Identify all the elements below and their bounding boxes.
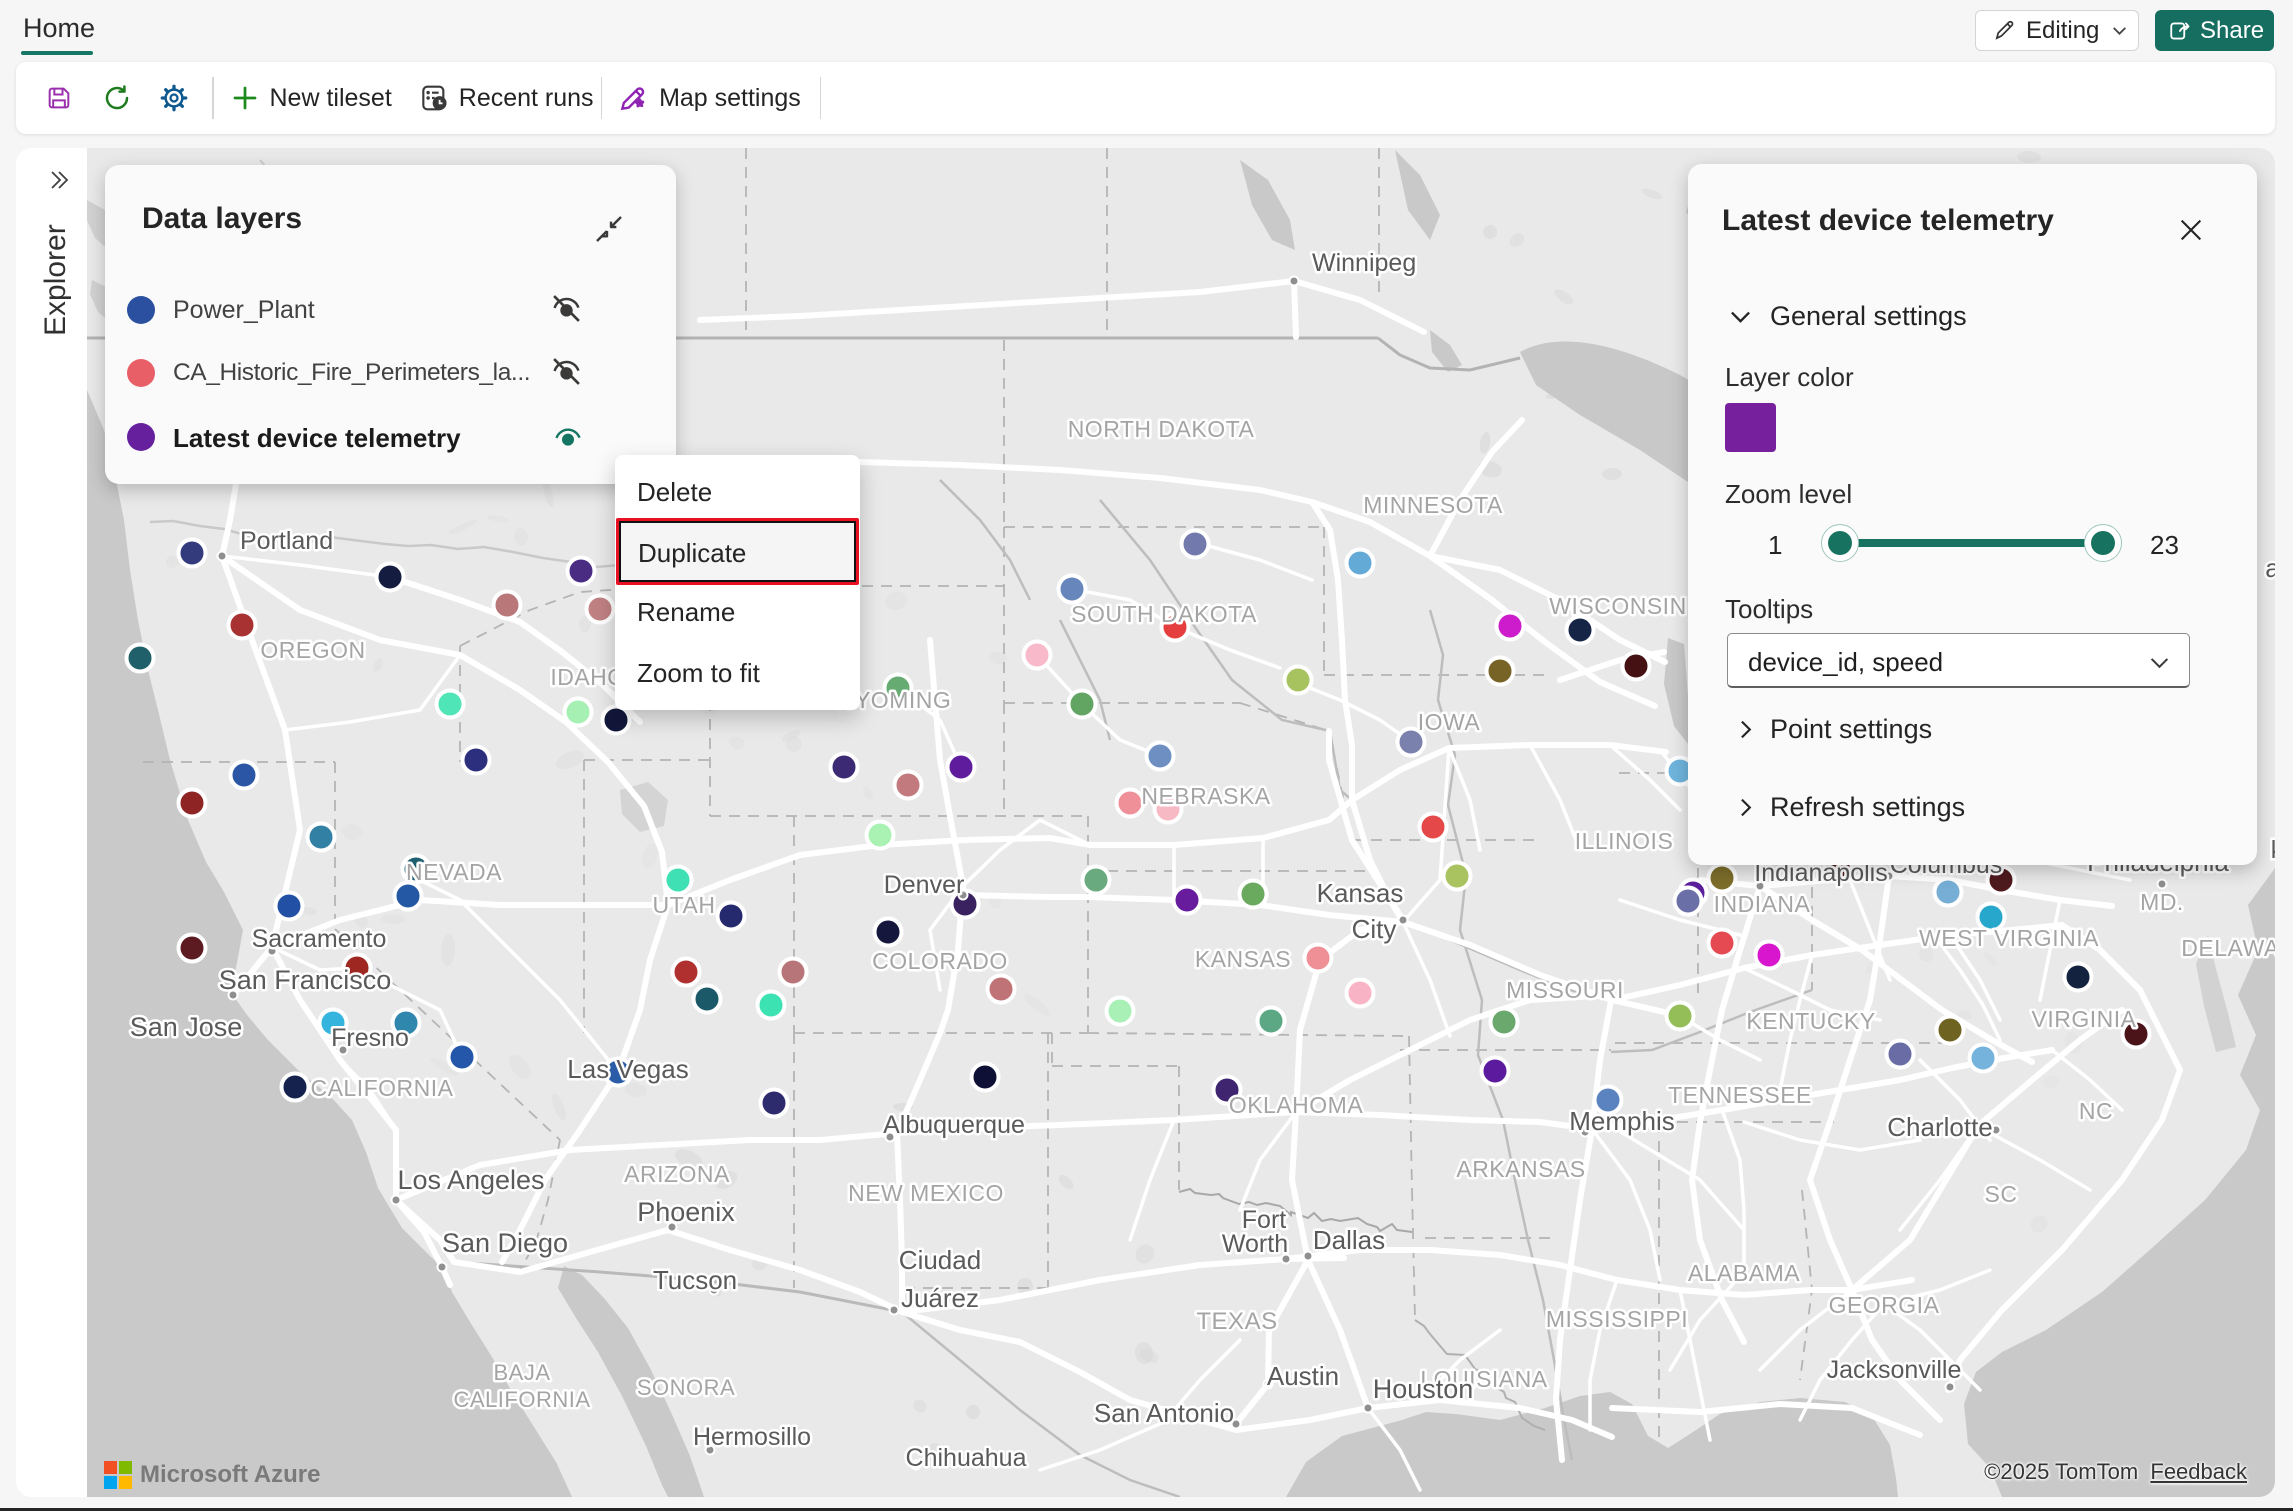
svg-text:UTAH: UTAH: [653, 892, 716, 918]
svg-text:ARKANSAS: ARKANSAS: [1456, 1156, 1585, 1182]
svg-text:SOUTH DAKOTA: SOUTH DAKOTA: [1071, 601, 1257, 627]
svg-text:Chihuahua: Chihuahua: [906, 1444, 1027, 1472]
svg-text:VIRGINIA: VIRGINIA: [2032, 1006, 2137, 1032]
svg-text:Los Angeles: Los Angeles: [397, 1165, 544, 1195]
svg-text:Denver: Denver: [884, 871, 965, 899]
svg-text:NEW MEXICO: NEW MEXICO: [848, 1180, 1004, 1206]
svg-text:BAJA: BAJA: [493, 1360, 550, 1385]
svg-text:Kansas: Kansas: [1317, 878, 1404, 908]
svg-text:MISSOURI: MISSOURI: [1506, 977, 1624, 1003]
svg-text:Worth: Worth: [1222, 1230, 1288, 1258]
svg-text:Charlotte: Charlotte: [1887, 1112, 1993, 1142]
svg-text:City: City: [1352, 914, 1397, 944]
svg-text:Portland: Portland: [240, 527, 333, 555]
svg-text:DELAWARE: DELAWARE: [2181, 935, 2275, 961]
svg-text:Ciudad: Ciudad: [899, 1245, 981, 1275]
svg-text:Austin: Austin: [1267, 1361, 1339, 1391]
svg-text:CALIFORNIA: CALIFORNIA: [453, 1387, 590, 1412]
svg-text:NC: NC: [2079, 1098, 2113, 1124]
svg-text:Las Vegas: Las Vegas: [567, 1054, 688, 1084]
svg-text:INDIANA: INDIANA: [1714, 891, 1811, 917]
svg-text:NEBRASKA: NEBRASKA: [1141, 783, 1270, 809]
svg-text:av: av: [2265, 553, 2275, 583]
svg-text:KENTUCKY: KENTUCKY: [1746, 1008, 1875, 1034]
svg-text:WISCONSIN: WISCONSIN: [1549, 593, 1686, 619]
svg-text:Dallas: Dallas: [1313, 1225, 1385, 1255]
svg-text:San Francisco: San Francisco: [219, 965, 392, 995]
svg-text:Sacramento: Sacramento: [252, 925, 387, 953]
svg-text:ILLINOIS: ILLINOIS: [1575, 828, 1674, 854]
svg-text:TEXAS: TEXAS: [1196, 1308, 1277, 1335]
svg-text:San Diego: San Diego: [442, 1228, 568, 1258]
svg-text:Tucson: Tucson: [653, 1265, 737, 1295]
svg-text:CALIFORNIA: CALIFORNIA: [310, 1075, 453, 1101]
svg-text:Memphis: Memphis: [1569, 1106, 1674, 1136]
svg-text:MISSISSIPPI: MISSISSIPPI: [1546, 1306, 1688, 1332]
svg-text:k: k: [2271, 836, 2275, 864]
svg-text:OREGON: OREGON: [260, 637, 365, 663]
svg-text:San Antonio: San Antonio: [1094, 1398, 1234, 1428]
svg-text:KANSAS: KANSAS: [1195, 946, 1291, 972]
svg-text:GEORGIA: GEORGIA: [1829, 1292, 1940, 1318]
svg-text:MINNESOTA: MINNESOTA: [1363, 492, 1503, 518]
svg-text:OKLAHOMA: OKLAHOMA: [1229, 1092, 1364, 1118]
svg-text:Juárez: Juárez: [901, 1283, 979, 1313]
svg-text:NORTH DAKOTA: NORTH DAKOTA: [1068, 416, 1255, 442]
svg-text:SC: SC: [1985, 1181, 2018, 1207]
svg-text:TENNESSEE: TENNESSEE: [1668, 1082, 1812, 1108]
svg-text:IOWA: IOWA: [1418, 709, 1481, 735]
svg-text:ALABAMA: ALABAMA: [1688, 1260, 1800, 1286]
svg-text:MD.: MD.: [2140, 889, 2184, 915]
svg-text:NEVADA: NEVADA: [406, 859, 502, 885]
svg-text:Houston: Houston: [1373, 1374, 1474, 1404]
svg-text:San Jose: San Jose: [130, 1012, 243, 1042]
svg-text:Phoenix: Phoenix: [637, 1197, 735, 1227]
svg-text:ARIZONA: ARIZONA: [624, 1161, 730, 1187]
svg-text:Fresno: Fresno: [331, 1024, 409, 1052]
svg-text:COLORADO: COLORADO: [872, 948, 1008, 974]
svg-text:Jacksonville: Jacksonville: [1827, 1356, 1962, 1384]
svg-text:SONORA: SONORA: [637, 1375, 735, 1400]
svg-text:Winnipeg: Winnipeg: [1312, 249, 1416, 277]
svg-text:Albuquerque: Albuquerque: [883, 1111, 1025, 1139]
svg-text:WEST VIRGINIA: WEST VIRGINIA: [1919, 925, 2099, 951]
svg-text:Hermosillo: Hermosillo: [693, 1423, 811, 1451]
